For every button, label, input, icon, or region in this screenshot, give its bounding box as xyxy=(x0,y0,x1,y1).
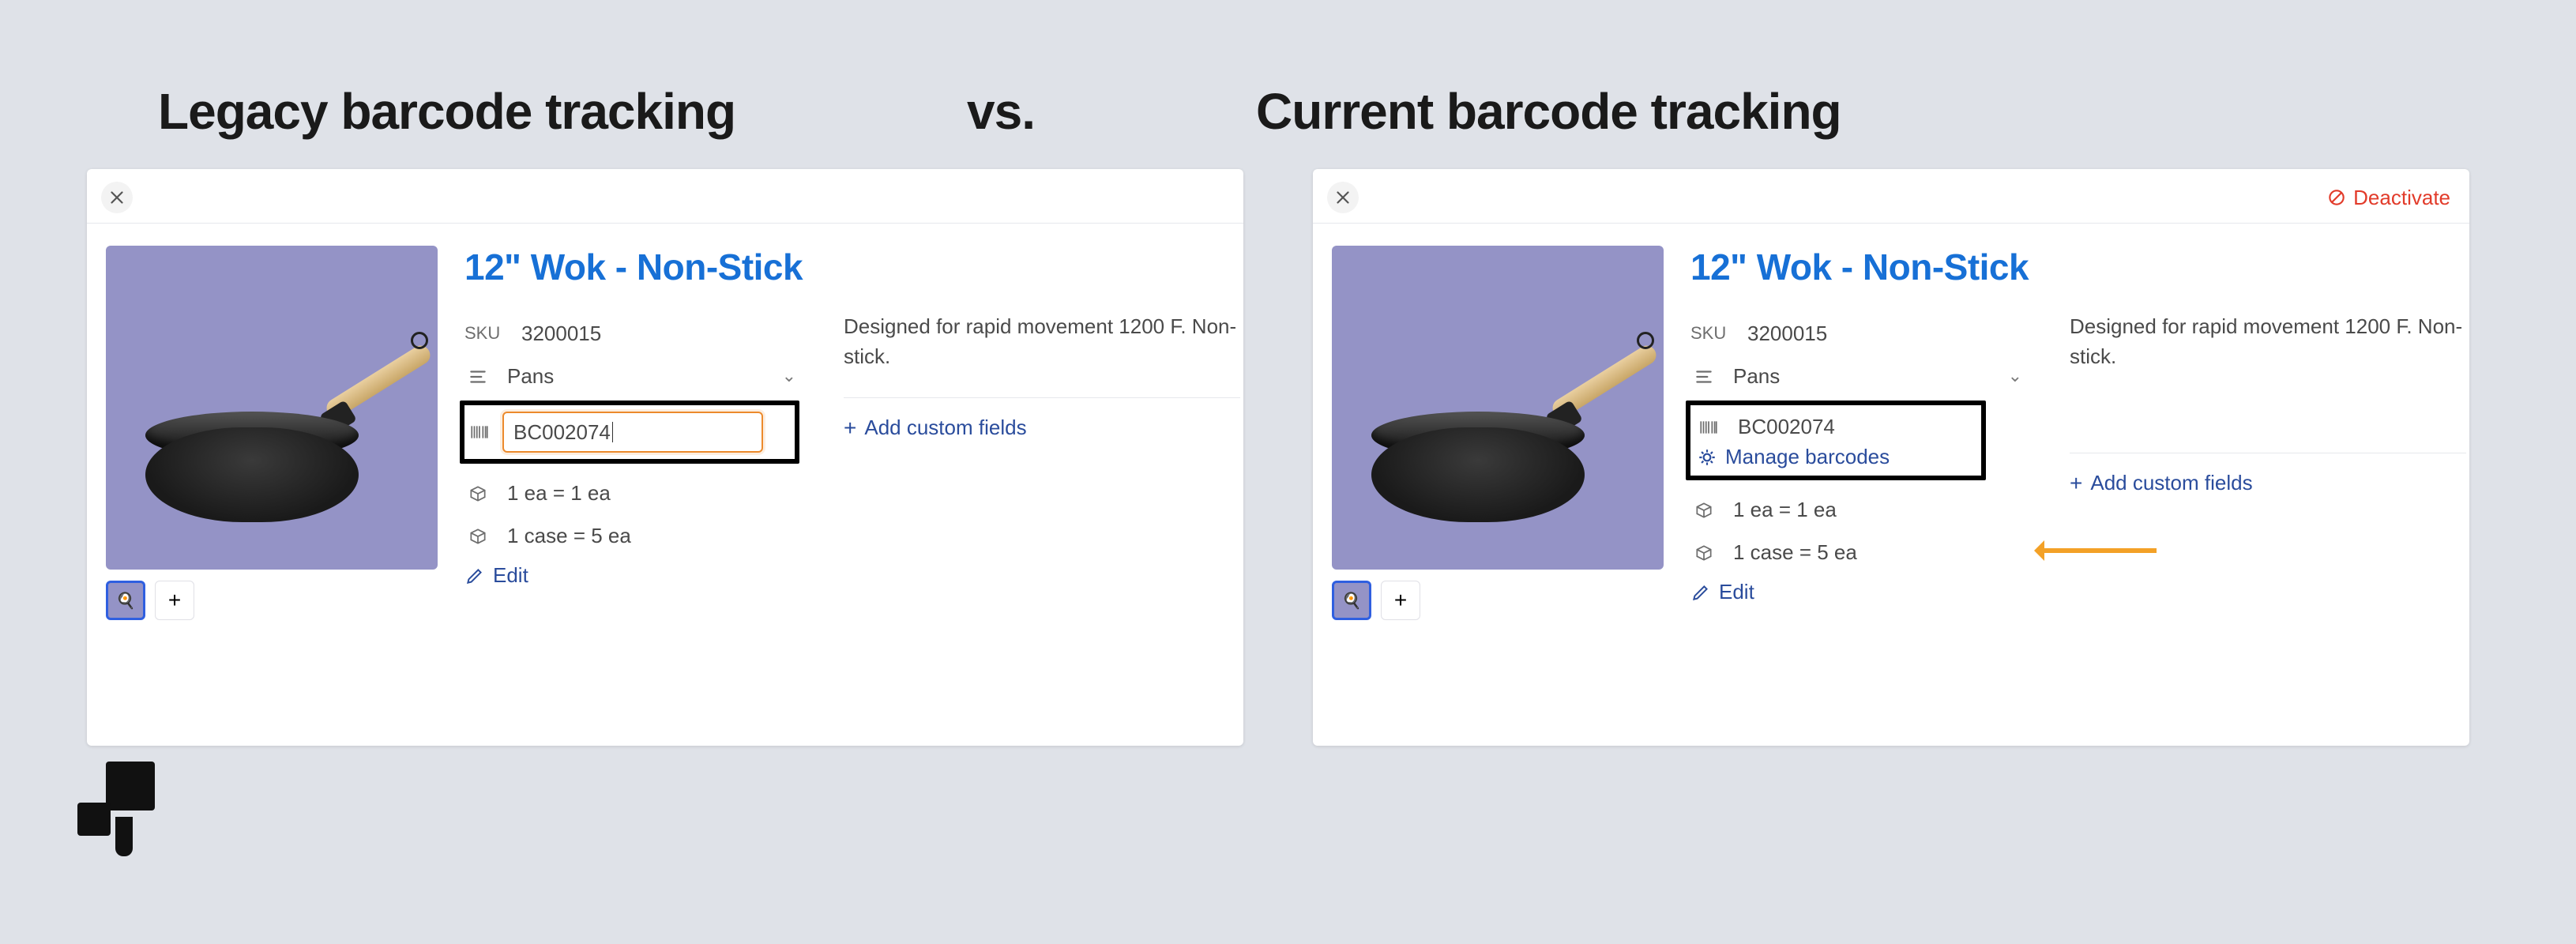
category-row[interactable]: Pans ⌄ xyxy=(1690,355,2038,397)
add-custom-fields-button[interactable]: + Add custom fields xyxy=(2070,468,2466,500)
legacy-card: 🍳 + 12" Wok - Non-Stick SKU 3200015 xyxy=(87,169,1243,746)
uom-value-1: 1 ea = 1 ea xyxy=(507,481,611,506)
add-image-button[interactable]: + xyxy=(1381,581,1420,620)
edit-label: Edit xyxy=(493,563,528,588)
uom-value-2: 1 case = 5 ea xyxy=(1733,540,1857,565)
sku-value: 3200015 xyxy=(1747,322,1827,346)
add-custom-label: Add custom fields xyxy=(864,413,1026,443)
barcode-icon xyxy=(469,422,490,442)
close-button[interactable] xyxy=(101,182,133,213)
uom-row-1: 1 ea = 1 ea xyxy=(1690,488,2038,531)
pencil-icon xyxy=(464,566,485,586)
edit-button[interactable]: Edit xyxy=(1690,580,2038,604)
close-button[interactable] xyxy=(1327,182,1359,213)
plus-icon: + xyxy=(2070,468,2082,500)
category-value: Pans xyxy=(507,364,554,389)
plus-icon: + xyxy=(844,412,856,445)
barcode-highlight-current: BC002074 Manage barcodes xyxy=(1686,401,1986,480)
heading-legacy: Legacy barcode tracking xyxy=(158,82,735,141)
product-image xyxy=(106,246,438,570)
category-icon xyxy=(464,365,491,387)
chevron-down-icon: ⌄ xyxy=(782,366,796,386)
package-icon xyxy=(1690,498,1717,521)
heading-current: Current barcode tracking xyxy=(1256,82,1841,141)
uom-row-2: 1 case = 5 ea xyxy=(1690,531,2038,574)
product-thumb-1[interactable]: 🍳 xyxy=(106,581,145,620)
manage-barcodes-button[interactable]: Manage barcodes xyxy=(1695,445,1973,469)
barcode-icon xyxy=(1695,416,1722,438)
barcode-value: BC002074 xyxy=(1738,415,1835,439)
barcode-row: BC002074 xyxy=(1695,408,1973,445)
uom-row-2: 1 case = 5 ea xyxy=(464,514,812,557)
deactivate-button[interactable]: Deactivate xyxy=(2326,186,2450,210)
pencil-icon xyxy=(1690,582,1711,603)
barcode-input-value: BC002074 xyxy=(513,420,611,445)
edit-button[interactable]: Edit xyxy=(464,563,812,588)
add-custom-label: Add custom fields xyxy=(2090,468,2252,498)
edit-label: Edit xyxy=(1719,580,1754,604)
gear-icon xyxy=(1697,447,1717,468)
sku-label: SKU xyxy=(1690,323,1732,344)
add-custom-fields-button[interactable]: + Add custom fields xyxy=(844,412,1240,445)
product-image xyxy=(1332,246,1664,570)
barcode-highlight-legacy: BC002074 xyxy=(460,401,799,464)
chevron-down-icon: ⌄ xyxy=(2008,366,2022,386)
sku-row: SKU 3200015 xyxy=(1690,312,2038,355)
barcode-input[interactable]: BC002074 xyxy=(502,412,763,453)
package-icon xyxy=(1690,541,1717,563)
uom-value-1: 1 ea = 1 ea xyxy=(1733,498,1837,522)
uom-row-1: 1 ea = 1 ea xyxy=(464,472,812,514)
sku-label: SKU xyxy=(464,323,506,344)
deactivate-label: Deactivate xyxy=(2353,186,2450,210)
heading-vs: vs. xyxy=(967,82,1035,141)
description-text: Designed for rapid movement 1200 F. Non-… xyxy=(2070,312,2466,383)
product-title: 12" Wok - Non-Stick xyxy=(1690,246,2469,288)
category-value: Pans xyxy=(1733,364,1780,389)
sku-row: SKU 3200015 xyxy=(464,312,812,355)
category-icon xyxy=(1690,365,1717,387)
logo-icon xyxy=(73,762,167,872)
sku-value: 3200015 xyxy=(521,322,601,346)
uom-value-2: 1 case = 5 ea xyxy=(507,524,631,548)
text-cursor xyxy=(612,422,613,442)
prohibit-icon xyxy=(2326,187,2347,208)
add-image-button[interactable]: + xyxy=(155,581,194,620)
annotation-arrow xyxy=(2038,548,2157,553)
current-card: Deactivate 🍳 + 12" Wok - Non-Stick xyxy=(1313,169,2469,746)
product-thumb-1[interactable]: 🍳 xyxy=(1332,581,1371,620)
package-icon xyxy=(464,482,491,504)
description-text: Designed for rapid movement 1200 F. Non-… xyxy=(844,312,1240,383)
close-icon xyxy=(1333,187,1353,208)
close-icon xyxy=(107,187,127,208)
manage-barcodes-label: Manage barcodes xyxy=(1725,445,1890,469)
package-icon xyxy=(464,525,491,547)
product-title: 12" Wok - Non-Stick xyxy=(464,246,1243,288)
category-row[interactable]: Pans ⌄ xyxy=(464,355,812,397)
